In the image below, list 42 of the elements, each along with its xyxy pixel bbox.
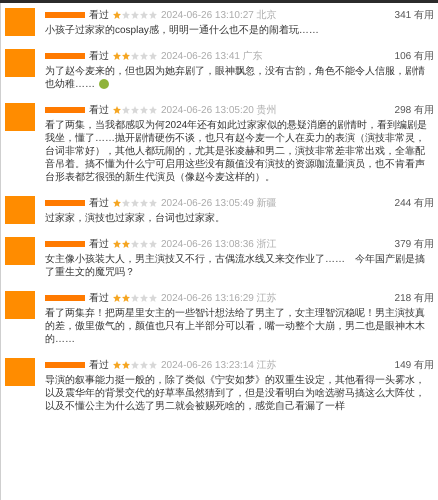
helpful-count[interactable]: 106 有用 [394,48,434,64]
avatar[interactable] [5,103,35,131]
watched-status: 看过 [89,50,109,64]
helpful-count[interactable]: 379 有用 [394,236,434,252]
avatar[interactable] [5,237,35,265]
redacted-name-bar [45,241,85,247]
redacted-name-bar [45,53,85,59]
comment-time: 2024-06-26 13:10:27 北京 [161,8,277,22]
helpful-count[interactable]: 218 有用 [394,290,434,306]
redacted-name-bar [45,107,85,113]
avatar[interactable] [5,49,35,77]
helpful-count[interactable]: 244 有用 [394,196,434,210]
helpful-count[interactable]: 298 有用 [394,102,434,118]
watched-status: 看过 [89,196,109,210]
comment-time: 2024-06-26 13:16:29 江苏 [161,292,277,306]
comment-text: 女主像小孩装大人，男主演技又不行，古偶流水线又来交作业了…… 今年国产剧是搞了重生文的魔咒吗？ [45,253,426,279]
comment-text: 过家家，演技也过家家，台词也过家家。 [45,212,226,225]
avatar[interactable] [5,196,35,224]
watched-status: 看过 [89,238,109,252]
comment-time: 2024-06-26 13:08:36 浙江 [161,238,277,252]
watched-status: 看过 [89,8,109,22]
comment-text: 看了两集，当我都感叹为何2024年还有如此过家家似的悬疑消磨的剧情时，看到编剧是我坐，懂了……抛开剧情硬伤不谈，也只有赵今麦一个人在卖力的表演（演技非常灵，台词非常好），其他人都玩闹的，尤其是张凌赫和男二，演技非常差非常出戏，全靠配音吊着。搞不懂为什么宁可启用这些没有颜值没有演技的资源咖流量演员，也不肯看声台形表都艺很强的新生代演员（像赵今麦这样的）。 [45,119,428,184]
comment-text: 小孩子过家家的cosplay感，明明一通什么也不是的闹着玩…… [45,24,320,37]
redacted-name-bar [45,295,85,301]
redacted-name-bar [45,200,85,206]
watched-status: 看过 [89,104,109,118]
watched-status: 看过 [89,292,109,306]
helpful-count[interactable]: 341 有用 [394,8,434,22]
comment-time: 2024-06-26 13:41 广东 [161,50,263,64]
comment-text: 导演的叙事能力挺一般的，除了类似《宁安如梦》的双重生设定，其他看得一头雾水，以及震华年的背景交代的好草率虽然猜到了，但是没看明白为啥选驸马搞这么大阵仗，以及不懂公主为什么选了男二就会被赐死啥的，感觉自己看漏了一样 [45,374,426,413]
comment-text: 为了赵今麦来的，但也因为她弃剧了，眼神飘忽，没有古韵，角色不能令人信服，剧情也幼稚…… [45,65,426,91]
comment-text: 看了两集弃！把两星里女主的一些智计想法给了男主了，女主理智沉稳呢！男主演技真的差，傲里傲气的，颜值也只有上半部分可以看，嘴一动整个大崩，男二也是眼神木木的…… [45,307,426,346]
helpful-count[interactable]: 149 有用 [394,358,434,372]
redacted-name-bar [45,362,85,368]
avatar[interactable] [5,291,35,319]
redacted-name-bar [45,12,85,18]
comment-time: 2024-06-26 13:23:14 江苏 [161,358,277,372]
watched-status: 看过 [89,358,109,372]
comment-time: 2024-06-26 13:05:20 贵州 [161,104,277,118]
comment-time: 2024-06-26 13:05:49 新疆 [161,196,277,210]
avatar[interactable] [5,358,35,386]
avatar[interactable] [5,8,35,36]
